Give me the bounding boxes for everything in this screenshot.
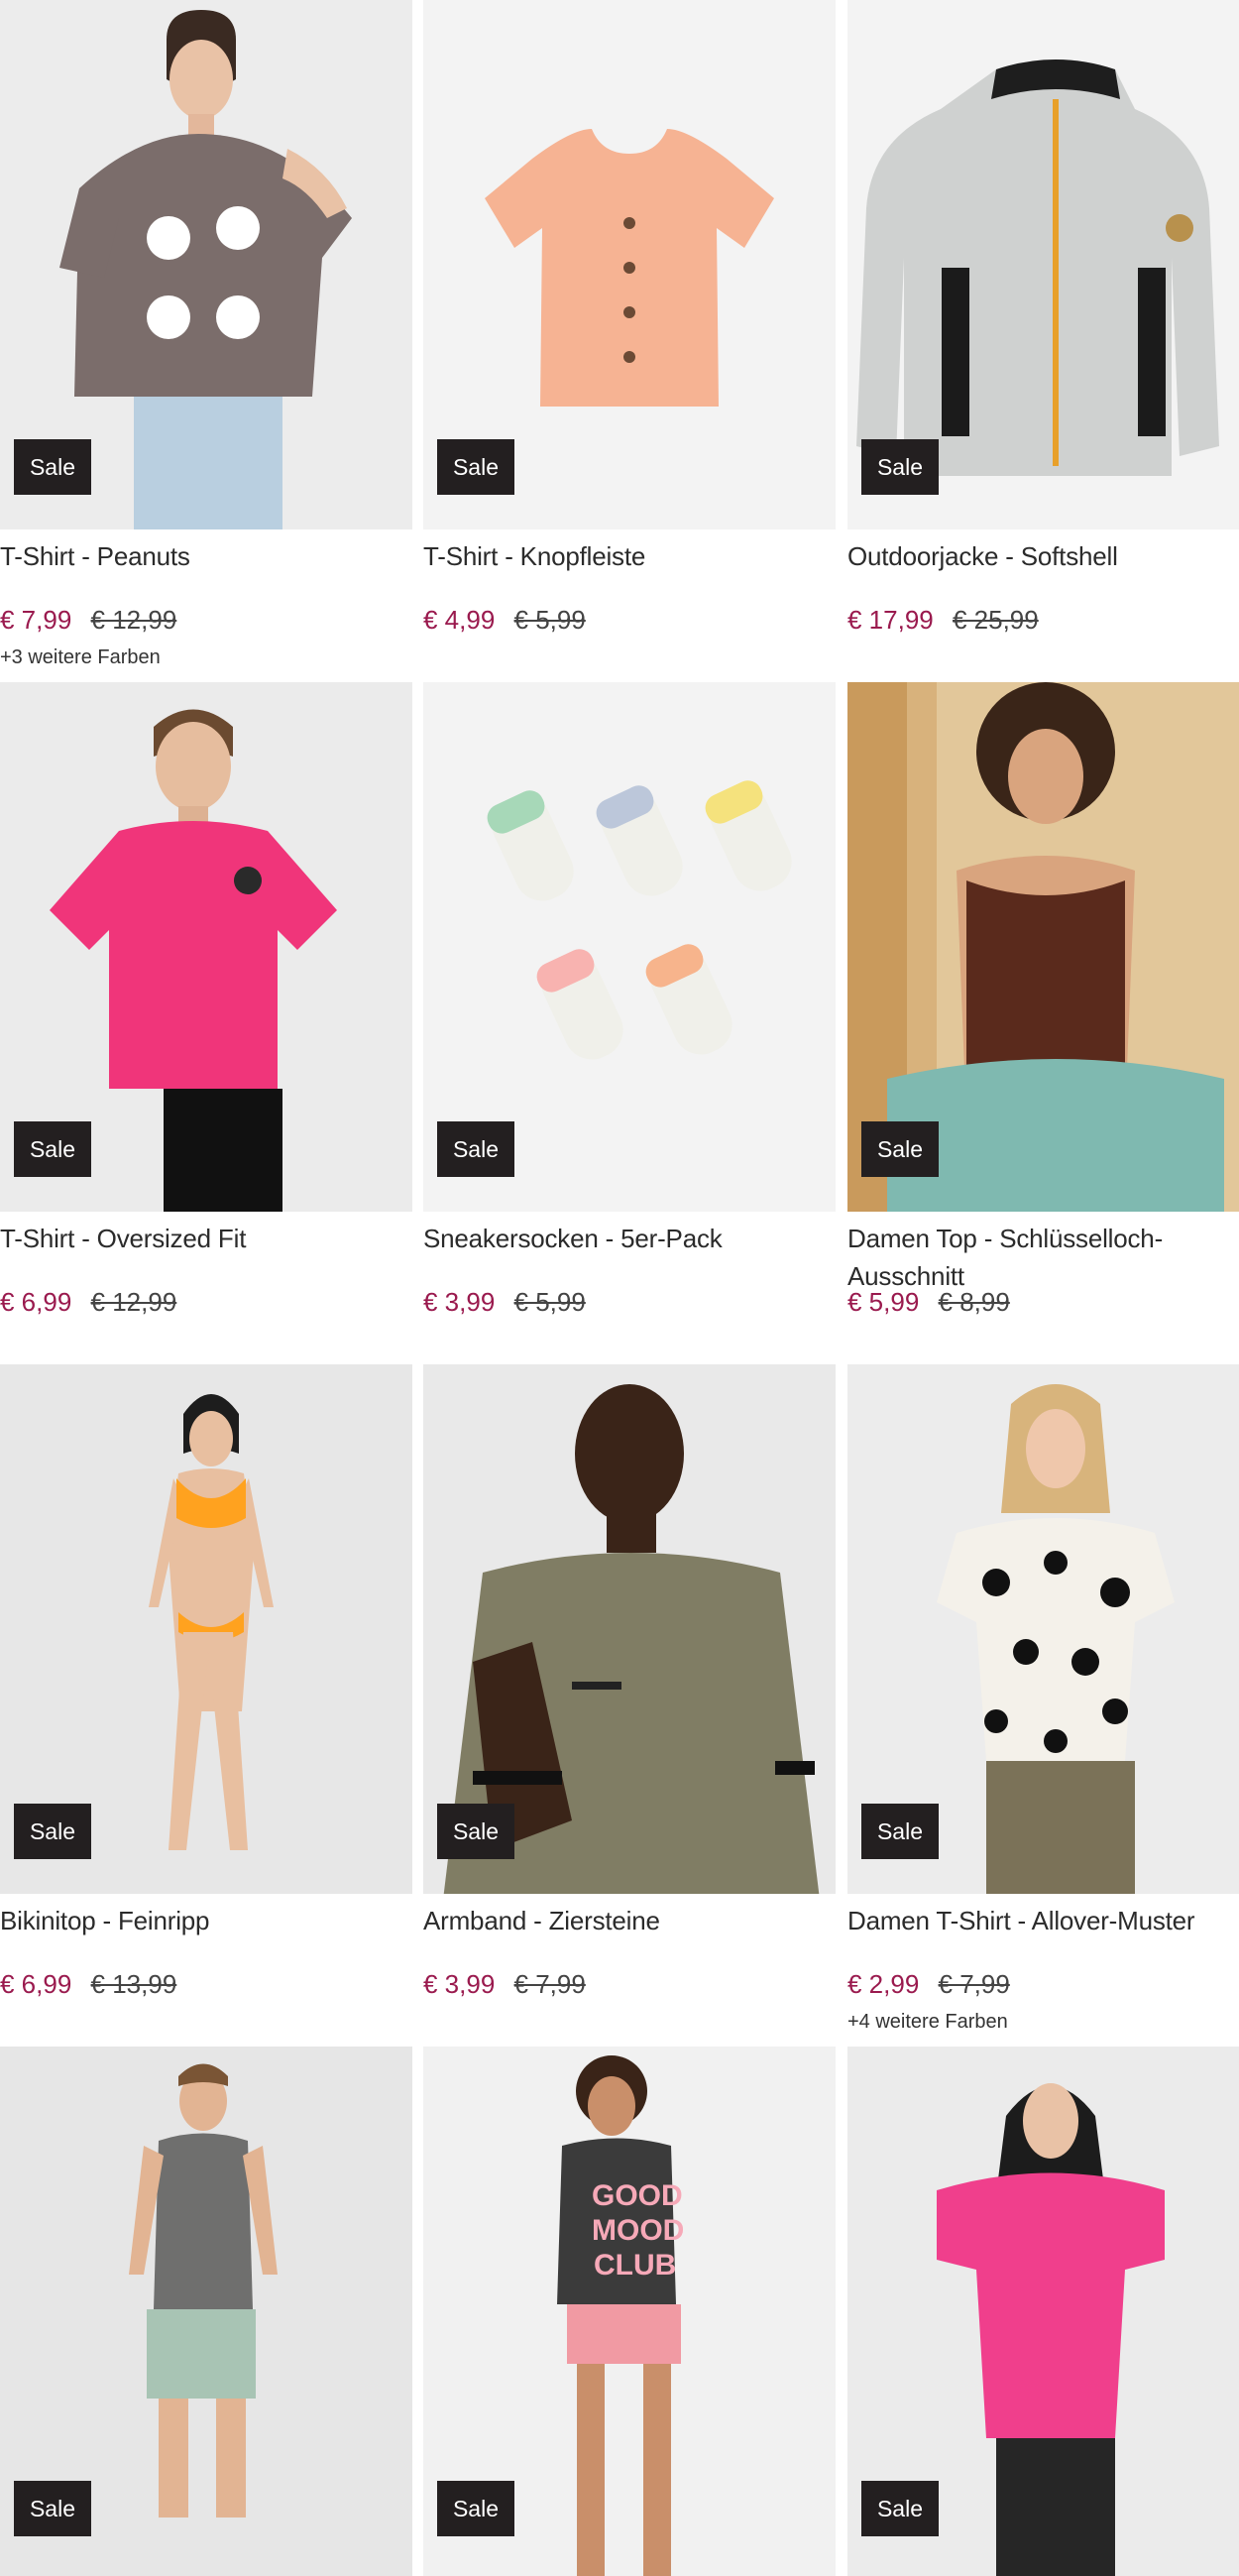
sale-price: € 17,99	[847, 605, 934, 635]
product-image[interactable]: Sale	[0, 682, 412, 1212]
product-card[interactable]: Sale Sneakersocken - 5er-Pack € 3,99 € 5…	[423, 682, 836, 1317]
product-title[interactable]: T-Shirt - Oversized Fit	[0, 1220, 412, 1257]
sale-badge: Sale	[861, 1804, 939, 1859]
product-image[interactable]: Sale	[847, 1364, 1239, 1894]
graphic-text: MOOD	[592, 2214, 684, 2247]
price-row: € 6,99 € 12,99	[0, 1287, 176, 1318]
price-row: € 5,99 € 8,99	[847, 1287, 1010, 1318]
sale-price: € 3,99	[423, 1969, 496, 1999]
sale-badge: Sale	[14, 1121, 91, 1177]
original-price: € 25,99	[952, 605, 1039, 635]
sale-badge: Sale	[861, 2481, 939, 2536]
product-card[interactable]: Sale Armband - Ziersteine € 3,99 € 7,99	[423, 1364, 836, 1999]
sale-price: € 7,99	[0, 605, 72, 635]
product-image[interactable]: Sale	[423, 682, 836, 1212]
original-price: € 7,99	[938, 1969, 1010, 1999]
price-row: € 6,99 € 13,99	[0, 1969, 176, 2000]
product-image[interactable]: Sale	[423, 1364, 836, 1894]
sale-badge: Sale	[437, 439, 514, 495]
product-card[interactable]: Sale Damen T-Shirt - Allover-Muster € 2,…	[847, 1364, 1239, 2033]
product-title[interactable]: Bikinitop - Feinripp	[0, 1902, 412, 1939]
original-price: € 7,99	[513, 1969, 586, 1999]
sale-badge: Sale	[861, 1121, 939, 1177]
product-image[interactable]: Sale	[0, 0, 412, 529]
product-title[interactable]: Damen T-Shirt - Allover-Muster	[847, 1902, 1239, 1939]
product-title[interactable]: Sneakersocken - 5er-Pack	[423, 1220, 836, 1257]
graphic-text: GOOD	[592, 2179, 683, 2212]
sale-badge: Sale	[437, 1121, 514, 1177]
product-image[interactable]: Sale	[847, 2047, 1239, 2576]
sale-price: € 6,99	[0, 1969, 72, 1999]
product-image[interactable]: Sale	[847, 0, 1239, 529]
sale-badge: Sale	[14, 2481, 91, 2536]
product-card[interactable]: Sale Bikinitop - Feinripp € 6,99 € 13,99	[0, 1364, 412, 1999]
product-image[interactable]: GOOD MOOD CLUB Sale	[423, 2047, 836, 2576]
original-price: € 5,99	[513, 605, 586, 635]
original-price: € 5,99	[513, 1287, 586, 1317]
product-image[interactable]: Sale	[847, 682, 1239, 1212]
sale-badge: Sale	[437, 1804, 514, 1859]
price-row: € 4,99 € 5,99	[423, 605, 586, 636]
price-row: € 3,99 € 7,99	[423, 1969, 586, 2000]
price-row: € 3,99 € 5,99	[423, 1287, 586, 1318]
product-image[interactable]: Sale	[0, 1364, 412, 1894]
sale-price: € 4,99	[423, 605, 496, 635]
product-title[interactable]: Armband - Ziersteine	[423, 1902, 836, 1939]
product-title[interactable]: Outdoorjacke - Softshell	[847, 537, 1239, 575]
sale-price: € 3,99	[423, 1287, 496, 1317]
product-card[interactable]: Sale Outdoorjacke - Softshell € 17,99 € …	[847, 0, 1239, 635]
product-title[interactable]: T-Shirt - Knopfleiste	[423, 537, 836, 575]
product-title[interactable]: T-Shirt - Peanuts	[0, 537, 412, 575]
original-price: € 13,99	[90, 1969, 177, 1999]
price-row: € 2,99 € 7,99	[847, 1969, 1010, 2000]
sale-price: € 5,99	[847, 1287, 920, 1317]
product-image[interactable]: Sale	[0, 2047, 412, 2576]
sale-badge: Sale	[14, 1804, 91, 1859]
sale-price: € 6,99	[0, 1287, 72, 1317]
sale-badge: Sale	[14, 439, 91, 495]
price-row: € 7,99 € 12,99	[0, 605, 176, 636]
sale-badge: Sale	[437, 2481, 514, 2536]
product-card[interactable]: Sale	[847, 2047, 1239, 2576]
product-card[interactable]: Sale	[0, 2047, 412, 2576]
product-title[interactable]: Damen Top - Schlüsselloch-Ausschnitt	[847, 1220, 1239, 1295]
product-image[interactable]: Sale	[423, 0, 836, 529]
product-card[interactable]: Sale T-Shirt - Oversized Fit € 6,99 € 12…	[0, 682, 412, 1317]
sale-badge: Sale	[861, 439, 939, 495]
original-price: € 8,99	[938, 1287, 1010, 1317]
sale-price: € 2,99	[847, 1969, 920, 1999]
product-card[interactable]: Sale T-Shirt - Knopfleiste € 4,99 € 5,99	[423, 0, 836, 635]
product-card[interactable]: Sale Damen Top - Schlüsselloch-Ausschnit…	[847, 682, 1239, 1317]
more-colors-link[interactable]: +3 weitere Farben	[0, 646, 161, 669]
original-price: € 12,99	[90, 1287, 177, 1317]
graphic-text: CLUB	[594, 2249, 676, 2282]
more-colors-link[interactable]: +4 weitere Farben	[847, 2011, 1008, 2034]
original-price: € 12,99	[90, 605, 177, 635]
price-row: € 17,99 € 25,99	[847, 605, 1039, 636]
product-card[interactable]: Sale T-Shirt - Peanuts € 7,99 € 12,99 +3…	[0, 0, 412, 668]
product-card[interactable]: GOOD MOOD CLUB Sale	[423, 2047, 836, 2576]
